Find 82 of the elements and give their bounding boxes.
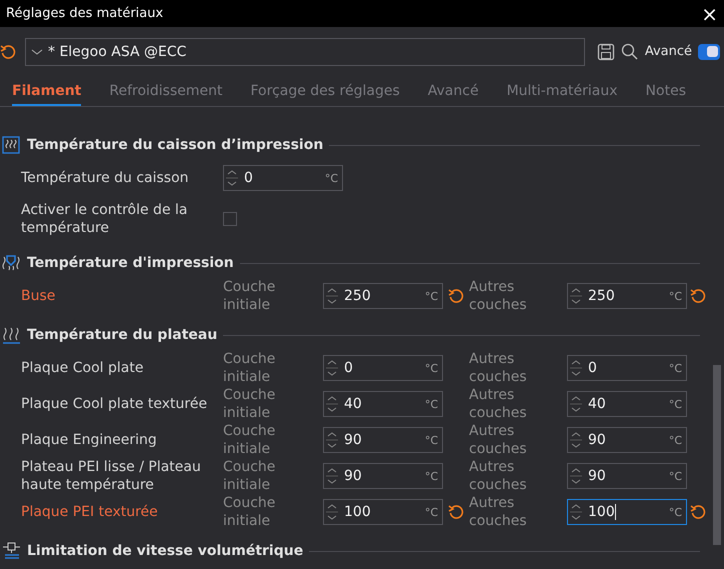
checkbox[interactable] [223,212,237,226]
unit-label: °C [668,470,683,482]
unit-label: °C [668,506,683,518]
setting-label: Buse [21,287,56,305]
number-field[interactable]: 100 °C [567,499,687,525]
unit-label: °C [668,290,683,302]
section-title: Température d'impression [27,255,234,271]
number-field[interactable]: 40 °C [323,391,443,417]
field-caption: Autres couches [469,350,528,386]
number-field[interactable]: 0 °C [223,165,343,191]
number-field[interactable]: 0 °C [323,355,443,381]
tab[interactable]: Filament [12,76,82,106]
field-caption: Autres couches [469,422,528,458]
unit-label: °C [424,290,439,302]
field-caption: Couche initiale [223,350,276,386]
reset-icon[interactable] [690,288,706,304]
preset-dropdown[interactable]: * Elegoo ASA @ECC [25,38,585,66]
number-field[interactable]: 90 °C [567,463,687,489]
field-value: 0 [244,170,253,186]
unit-label: °C [424,506,439,518]
section-title: Température du caisson d’impression [27,137,324,153]
field-value: 100 [344,504,371,520]
section-title: Température du plateau [27,327,218,343]
field-caption: Couche initiale [223,386,276,422]
unit-label: °C [668,398,683,410]
setting-label: Plaque Cool plate texturée [21,395,208,413]
reset-icon[interactable] [448,288,464,304]
setting-label: Plaque Cool plate [21,359,144,377]
speed-limit-icon [2,542,21,560]
field-value: 90 [344,468,362,484]
number-field[interactable]: 250 °C [323,283,443,309]
nozzle-icon [2,254,21,272]
field-caption: Autres couches [469,278,528,314]
save-icon[interactable] [596,42,615,60]
field-value: 40 [588,396,606,412]
advanced-toggle[interactable] [698,44,720,60]
setting-label: Activer le contrôle de la température [21,201,188,237]
field-caption: Couche initiale [223,458,276,494]
number-field[interactable]: 40 °C [567,391,687,417]
reset-icon[interactable] [690,504,706,520]
reset-icon[interactable] [448,504,464,520]
number-field[interactable]: 250 °C [567,283,687,309]
search-icon[interactable] [620,42,639,60]
unit-label: °C [424,398,439,410]
field-value: 250 [344,288,371,304]
section-title: Limitation de vitesse volumétrique [27,543,304,559]
number-field[interactable]: 0 °C [567,355,687,381]
close-button[interactable]: × [701,4,718,24]
setting-label: Plaque Engineering [21,431,158,449]
field-value: 0 [344,360,353,376]
scrollbar-thumb[interactable] [713,365,721,545]
field-value: 90 [588,468,606,484]
field-value: 0 [588,360,597,376]
setting-label: Température du caisson [21,169,190,187]
field-caption: Couche initiale [223,494,276,530]
field-value: 90 [344,432,362,448]
field-caption: Autres couches [469,494,528,530]
unit-label: °C [424,362,439,374]
setting-label: Plateau PEI lisse / Plateau haute température [21,458,202,494]
field-caption: Autres couches [469,458,528,494]
unit-label: °C [324,172,339,184]
field-caption: Couche initiale [223,422,276,458]
field-value: 90 [588,432,606,448]
unit-label: °C [424,434,439,446]
field-value: 250 [588,288,615,304]
setting-label: Plaque PEI texturée [21,503,159,521]
heat-box-icon [2,136,21,154]
unit-label: °C [424,470,439,482]
field-value: 100 [588,504,615,520]
heated-bed-icon [2,326,21,344]
number-field[interactable]: 90 °C [567,427,687,453]
unit-label: °C [668,362,683,374]
number-field[interactable]: 100 °C [323,499,443,525]
window-title: Réglages des matériaux [6,6,164,21]
unit-label: °C [668,434,683,446]
number-field[interactable]: 90 °C [323,463,443,489]
number-field[interactable]: 90 °C [323,427,443,453]
advanced-label: Avancé [644,44,692,59]
field-value: 40 [344,396,362,412]
field-caption: Autres couches [469,386,528,422]
field-caption: Couche initiale [223,278,276,314]
reset-icon[interactable] [0,44,16,60]
